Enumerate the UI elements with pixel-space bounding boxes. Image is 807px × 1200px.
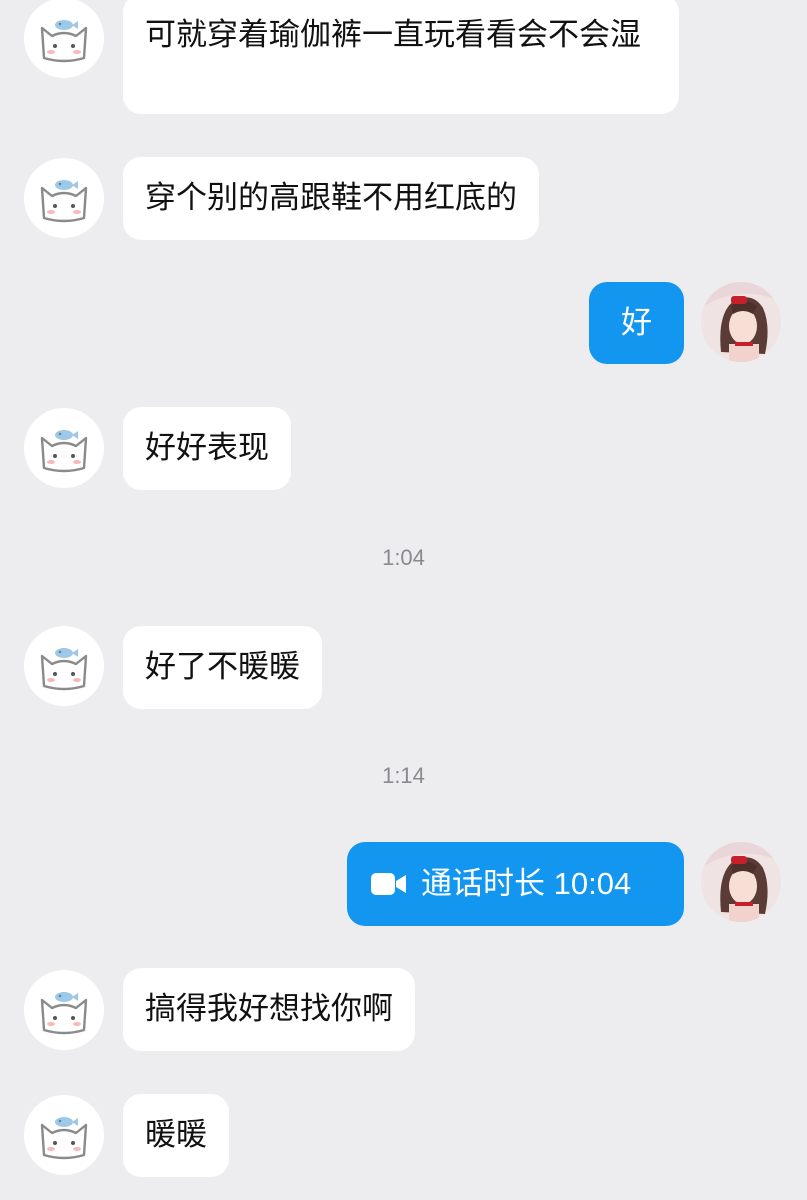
contact-avatar[interactable] — [24, 970, 104, 1050]
user-avatar[interactable] — [701, 842, 781, 922]
timestamp: 1:14 — [382, 763, 425, 788]
contact-avatar[interactable] — [24, 626, 104, 706]
message-bubble-incoming[interactable]: 暖暖 — [123, 1094, 229, 1177]
contact-avatar[interactable] — [24, 1095, 104, 1175]
cat-icon — [24, 970, 104, 1050]
profile-photo-icon — [701, 282, 781, 362]
cat-icon — [24, 626, 104, 706]
message-bubble-incoming[interactable]: 好好表现 — [123, 407, 291, 490]
message-bubble-incoming[interactable]: 搞得我好想找你啊 — [123, 968, 415, 1051]
cat-icon — [24, 158, 104, 238]
cat-icon — [24, 1095, 104, 1175]
message-bubble-incoming[interactable]: 可就穿着瑜伽裤一直玩看看会不会湿 — [123, 0, 679, 114]
cat-icon — [24, 408, 104, 488]
message-bubble-incoming[interactable]: 好了不暖暖 — [123, 626, 322, 709]
message-bubble-outgoing[interactable]: 好 — [589, 282, 684, 364]
video-camera-icon — [371, 873, 406, 895]
contact-avatar[interactable] — [24, 408, 104, 488]
video-call-bubble[interactable]: 通话时长 10:04 — [347, 842, 684, 926]
message-bubble-incoming[interactable]: 穿个别的高跟鞋不用红底的 — [123, 157, 539, 240]
contact-avatar[interactable] — [24, 0, 104, 78]
call-duration-label: 通话时长 10:04 — [421, 866, 632, 901]
contact-avatar[interactable] — [24, 158, 104, 238]
cat-icon — [24, 0, 104, 78]
profile-photo-icon — [701, 842, 781, 922]
user-avatar[interactable] — [701, 282, 781, 362]
timestamp: 1:04 — [382, 545, 425, 570]
chat-conversation: 可就穿着瑜伽裤一直玩看看会不会湿 穿个别的高跟鞋不用红底的 好 好好表现 1:0… — [0, 0, 807, 1200]
